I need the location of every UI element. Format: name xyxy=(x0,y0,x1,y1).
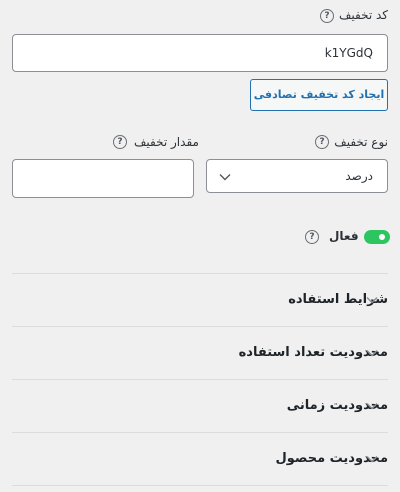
chevron-down-icon xyxy=(219,174,231,181)
chevron-down-icon xyxy=(366,350,378,357)
coupon-code-input[interactable]: k1YGdQ xyxy=(12,34,388,72)
generate-random-coupon-button[interactable]: ایجاد کد تخفیف تصادفی xyxy=(250,79,388,111)
active-label: فعال xyxy=(329,229,359,243)
chevron-down-icon xyxy=(366,456,378,463)
coupon-code-value: k1YGdQ xyxy=(324,46,373,60)
discount-type-help-icon[interactable]: ? xyxy=(315,135,329,149)
accordion-usage-conditions[interactable]: شرایط استفاده xyxy=(12,274,388,326)
active-help-icon[interactable]: ? xyxy=(305,230,319,244)
accordion-time-limit[interactable]: محدودیت زمانی xyxy=(12,380,388,432)
accordion-product-limit[interactable]: محدودیت محصول xyxy=(12,433,388,485)
coupon-code-label: کد تخفیف xyxy=(338,8,388,22)
chevron-down-icon xyxy=(366,403,378,410)
discount-type-selected: درصد xyxy=(345,169,373,183)
discount-amount-help-icon[interactable]: ? xyxy=(113,135,127,149)
divider xyxy=(12,485,388,486)
chevron-down-icon xyxy=(366,297,378,304)
discount-type-label: نوع تخفیف xyxy=(334,135,388,149)
accordion-usage-count-limit[interactable]: محدودیت تعداد استفاده xyxy=(12,327,388,379)
toggle-knob xyxy=(379,234,385,240)
discount-amount-label: مقدار تخفیف xyxy=(134,135,199,149)
active-toggle[interactable] xyxy=(364,230,390,244)
discount-type-select[interactable]: درصد xyxy=(206,159,388,193)
coupon-code-help-icon[interactable]: ? xyxy=(320,9,334,23)
discount-amount-input[interactable] xyxy=(12,159,194,198)
